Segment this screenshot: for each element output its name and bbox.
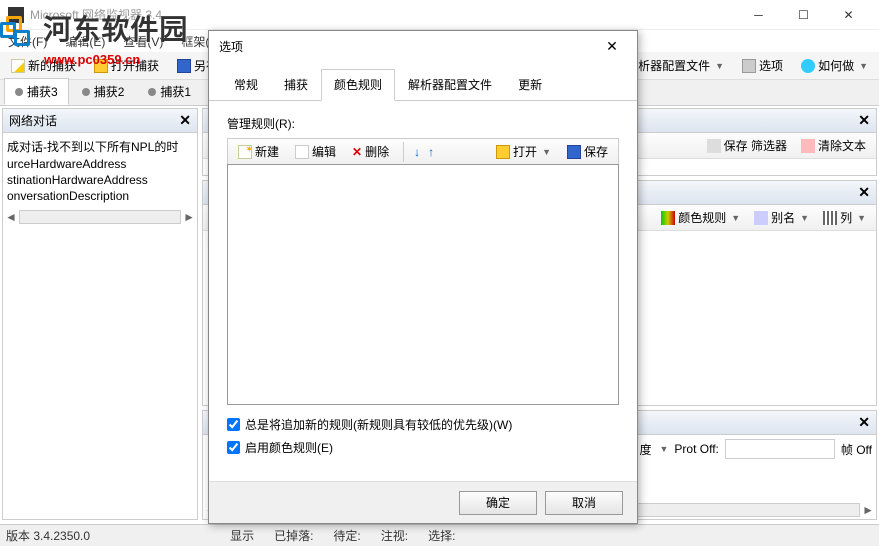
width-label: 度: [639, 441, 651, 458]
folder-open-icon: [496, 145, 510, 159]
save-icon: [567, 145, 581, 159]
menu-edit[interactable]: 编辑(E): [61, 31, 109, 52]
edit-rule-button[interactable]: 编辑: [291, 142, 340, 161]
tab-general[interactable]: 常规: [221, 69, 271, 100]
main-titlebar: Microsoft 网络监视器 3.4 ─ ☐ ✕: [0, 0, 879, 30]
move-down-button[interactable]: ↓: [414, 145, 420, 159]
prot-off-input[interactable]: [725, 439, 835, 459]
statusbar: 版本 3.4.2350.0 显示 已掉落: 待定: 注视: 选择:: [0, 524, 879, 546]
edit-icon: [295, 145, 309, 159]
dialog-title: 选项: [219, 38, 597, 55]
dialog-tabs: 常规 捕获 颜色规则 解析器配置文件 更新: [209, 61, 637, 101]
scrollbar[interactable]: [19, 210, 181, 224]
list-item[interactable]: urceHardwareAddress: [7, 156, 193, 172]
help-button[interactable]: 如何做▼: [794, 54, 875, 77]
rules-toolbar: ✶ 新建 编辑 ✕ 删除 ↓ ↑ 打开▼ 保存: [227, 138, 619, 164]
save-icon: [177, 59, 191, 73]
alias-button[interactable]: 别名▼: [750, 208, 813, 227]
version-label: 版本 3.4.2350.0: [6, 527, 90, 544]
display-status: 显示: [230, 527, 254, 544]
list-item[interactable]: stinationHardwareAddress: [7, 172, 193, 188]
scroll-right-icon[interactable]: ►: [862, 503, 874, 517]
options-button[interactable]: 选项: [735, 54, 790, 77]
new-icon: ✶: [238, 145, 252, 159]
scroll-right-icon[interactable]: ►: [183, 210, 195, 224]
network-conversations-header: 网络对话 ✕: [3, 109, 197, 133]
list-item[interactable]: onversationDescription: [7, 188, 193, 204]
app-icon: [8, 7, 24, 23]
clear-text-button[interactable]: 清除文本: [797, 136, 870, 155]
menu-file[interactable]: 文件(F): [4, 31, 51, 52]
new-capture-button[interactable]: 新的捕获: [4, 54, 83, 77]
panel-close-icon[interactable]: ✕: [858, 112, 870, 129]
clear-icon: [801, 139, 815, 153]
color-rules-button[interactable]: 颜色规则▼: [657, 208, 744, 227]
alias-icon: [754, 211, 768, 225]
status-dot-icon: [15, 88, 23, 96]
move-up-button[interactable]: ↑: [428, 145, 434, 159]
focus-status: 注视:: [381, 527, 408, 544]
pending-status: 待定:: [333, 527, 360, 544]
columns-button[interactable]: 列▼: [819, 208, 870, 227]
frame-off-label: 帧 Off: [841, 441, 872, 458]
maximize-button[interactable]: ☐: [781, 0, 826, 30]
options-dialog: 选项 ✕ 常规 捕获 颜色规则 解析器配置文件 更新 管理规则(R): ✶ 新建…: [208, 30, 638, 524]
save-rules-button[interactable]: 保存: [563, 142, 612, 161]
tab-updates[interactable]: 更新: [505, 69, 555, 100]
scroll-left-icon[interactable]: ◄: [5, 210, 17, 224]
delete-icon: ✕: [352, 145, 362, 159]
new-file-icon: [11, 59, 25, 73]
conversations-list[interactable]: 成对话-找不到以下所有NPL的时 urceHardwareAddress sti…: [3, 133, 197, 208]
panel-close-icon[interactable]: ✕: [858, 184, 870, 201]
columns-icon: [823, 211, 837, 225]
save-filter-icon: [707, 139, 721, 153]
tab-capture3[interactable]: 捕获3: [4, 78, 69, 105]
tab-capture[interactable]: 捕获: [271, 69, 321, 100]
open-rules-button[interactable]: 打开▼: [492, 142, 555, 161]
status-dot-icon: [148, 88, 156, 96]
dropped-status: 已掉落:: [274, 527, 313, 544]
prot-off-label: Prot Off:: [674, 442, 718, 456]
panel-close-icon[interactable]: ✕: [179, 112, 191, 129]
list-item[interactable]: 成对话-找不到以下所有NPL的时: [7, 137, 193, 156]
append-rules-checkbox[interactable]: 总是将追加新的规则(新规则具有较低的优先级)(W): [227, 413, 619, 436]
dialog-titlebar: 选项 ✕: [209, 31, 637, 61]
select-status: 选择:: [428, 527, 455, 544]
minimize-button[interactable]: ─: [736, 0, 781, 30]
color-rules-icon: [661, 211, 675, 225]
tab-color-rules[interactable]: 颜色规则: [321, 69, 395, 101]
tab-capture2[interactable]: 捕获2: [71, 78, 136, 105]
delete-rule-button[interactable]: ✕ 删除: [348, 142, 393, 161]
close-button[interactable]: ✕: [826, 0, 871, 30]
options-icon: [742, 59, 756, 73]
rules-list[interactable]: [227, 164, 619, 405]
dialog-close-button[interactable]: ✕: [597, 31, 627, 61]
scroll-controls: ◄ ►: [3, 208, 197, 226]
tab-capture1[interactable]: 捕获1: [137, 78, 202, 105]
panel-close-icon[interactable]: ✕: [858, 414, 870, 431]
tab-parser-profiles[interactable]: 解析器配置文件: [395, 69, 505, 100]
window-title: Microsoft 网络监视器 3.4: [30, 6, 736, 23]
cancel-button[interactable]: 取消: [545, 491, 623, 515]
help-icon: [801, 59, 815, 73]
status-dot-icon: [82, 88, 90, 96]
dialog-footer: 确定 取消: [209, 481, 637, 523]
open-capture-button[interactable]: 打开捕获: [87, 54, 166, 77]
manage-rules-label: 管理规则(R):: [227, 115, 619, 138]
folder-open-icon: [94, 59, 108, 73]
new-rule-button[interactable]: ✶ 新建: [234, 142, 283, 161]
enable-color-rules-checkbox[interactable]: 启用颜色规则(E): [227, 436, 619, 459]
ok-button[interactable]: 确定: [459, 491, 537, 515]
save-filter-button[interactable]: 保存 筛选器: [703, 136, 791, 155]
menu-view[interactable]: 查看(V): [119, 31, 167, 52]
